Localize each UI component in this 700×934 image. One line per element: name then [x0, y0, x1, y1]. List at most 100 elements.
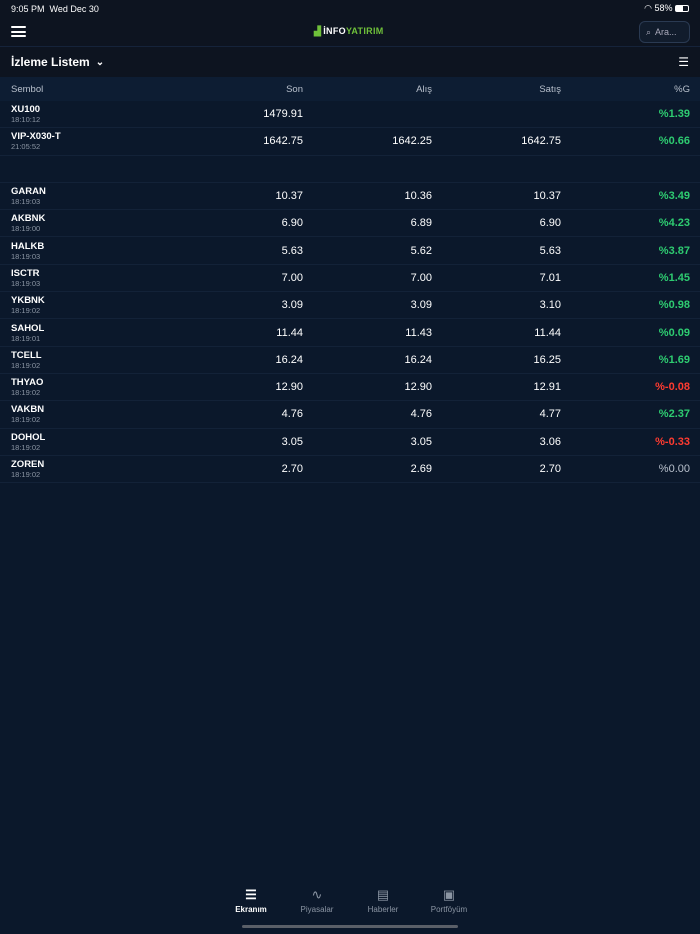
row-change: %-0.08: [655, 381, 690, 394]
row-change: %1.69: [658, 353, 690, 366]
row-change: %1.45: [658, 271, 690, 284]
row-bid: 4.76: [410, 408, 432, 421]
row-last: 3.09: [281, 299, 303, 312]
table-row[interactable]: YKBNK 18:19:02 3.09 3.09 3.10 %0.98: [0, 292, 700, 320]
table-row[interactable]: AKBNK 18:19:00 6.90 6.89 6.90 %4.23: [0, 210, 700, 238]
tab-label: Piyasalar: [300, 905, 334, 914]
col-ask[interactable]: Satış: [432, 84, 561, 95]
watchlist-table: XU100 18:10:12 1479.91 %1.39 VIP-X030-T 21:…: [0, 101, 700, 484]
row-symbol: ISCTR: [11, 267, 40, 279]
row-last: 2.70: [281, 463, 303, 475]
battery-percent: 58%: [654, 3, 673, 13]
search-placeholder: Ara...: [655, 27, 677, 37]
row-ask: 10.37: [533, 190, 561, 203]
watchlist-title: İzleme Listem: [11, 55, 90, 69]
row-change: %1.39: [658, 108, 690, 121]
table-row[interactable]: ISCTR 18:19:03 7.00 7.00 7.01 %1.45: [0, 265, 700, 293]
row-change: %0.66: [658, 135, 690, 148]
row-symbol: HALKB: [11, 240, 45, 252]
table-row[interactable]: SAHOL 18:19:01 11.44 11.43 11.44 %0.09: [0, 319, 700, 347]
table-row[interactable]: VIP-X030-T 21:05:52 1642.75 1642.25 1642.…: [0, 128, 700, 156]
row-ask: 11.44: [534, 326, 561, 339]
top-bar: ▟ İNFOYATIRIM ⌕ Ara...: [0, 17, 700, 47]
row-ask: 5.63: [539, 244, 561, 257]
table-row[interactable]: THYAO 18:19:02 12.90 12.90 12.91 %-0.08: [0, 374, 700, 402]
row-bid: 7.00: [410, 271, 432, 284]
status-date: Wed Dec 30: [49, 3, 99, 14]
row-ask: 6.90: [539, 217, 561, 230]
row-ask: 2.70: [539, 463, 561, 475]
watchlist-selector[interactable]: İzleme Listem ⌄: [11, 55, 104, 69]
row-change: %4.23: [658, 217, 690, 230]
row-time: 18:19:00: [11, 224, 41, 234]
col-bid[interactable]: Alış: [303, 84, 432, 95]
row-change: %3.87: [658, 244, 690, 257]
row-change: %0.00: [658, 463, 690, 475]
row-ask: 16.25: [533, 353, 561, 366]
tab-label: Ekranım: [235, 905, 267, 914]
row-ask: 7.01: [539, 271, 561, 284]
row-time: 18:19:02: [11, 442, 41, 452]
table-row[interactable]: DOHOL 18:19:02 3.05 3.05 3.06 %-0.33: [0, 429, 700, 456]
row-last: 5.63: [281, 244, 303, 257]
row-bid: 3.05: [410, 435, 432, 448]
row-ask: 1642.75: [521, 135, 561, 148]
row-last: 4.76: [281, 408, 303, 421]
table-row[interactable]: XU100 18:10:12 1479.91 %1.39: [0, 101, 700, 129]
row-bid: 6.89: [410, 217, 432, 230]
table-row[interactable]: TCELL 18:19:02 16.24 16.24 16.25 %1.69: [0, 347, 700, 374]
row-change: %0.09: [658, 326, 690, 339]
row-bid: 10.36: [404, 190, 432, 203]
row-time: 18:19:03: [11, 197, 41, 207]
watchlist-header: İzleme Listem ⌄ ☰: [0, 47, 700, 77]
row-time: 18:19:02: [11, 388, 41, 398]
row-time: 18:19:02: [11, 415, 41, 425]
row-time: 18:19:02: [11, 360, 41, 370]
status-bar: 9:05 PM Wed Dec 30 ◠ 58%: [0, 0, 700, 17]
list-view-icon[interactable]: ☰: [678, 55, 689, 69]
row-symbol: AKBNK: [11, 213, 46, 225]
row-ask: 4.77: [539, 408, 561, 421]
tab-label: Portföyüm: [430, 905, 468, 914]
col-last[interactable]: Son: [130, 84, 303, 95]
table-row[interactable]: ZOREN 18:19:02 2.70 2.69 2.70 %0.00: [0, 456, 700, 484]
battery-icon: [675, 5, 689, 13]
row-last: 7.00: [281, 271, 303, 284]
row-symbol: TCELL: [11, 349, 42, 361]
row-time: 18:19:03: [11, 278, 41, 288]
row-ask: 3.10: [539, 299, 561, 312]
row-last: 1642.75: [263, 135, 303, 148]
table-row[interactable]: VAKBN 18:19:02 4.76 4.76 4.77 %2.37: [0, 401, 700, 429]
row-bid: 1642.25: [392, 135, 432, 148]
row-change: %3.49: [658, 190, 690, 203]
col-symbol[interactable]: Sembol: [0, 84, 130, 95]
row-time: 18:10:12: [11, 115, 41, 125]
row-last: 6.90: [281, 217, 303, 230]
row-ask: 3.06: [539, 435, 561, 448]
row-ask: 12.91: [533, 381, 561, 394]
table-row[interactable]: HALKB 18:19:03 5.63 5.62 5.63 %3.87: [0, 237, 700, 265]
row-last: 16.24: [275, 353, 303, 366]
row-bid: 3.09: [410, 299, 432, 312]
menu-icon[interactable]: [11, 26, 26, 37]
search-icon: ⌕: [646, 26, 652, 37]
table-header: Sembol Son Alış Satış %G: [0, 77, 700, 101]
row-symbol: SAHOL: [11, 322, 45, 334]
row-last: 12.90: [275, 381, 303, 394]
search-button[interactable]: ⌕ Ara...: [639, 21, 690, 43]
row-time: 18:19:03: [11, 251, 41, 261]
list-icon: ☰: [245, 887, 257, 902]
col-change[interactable]: %G: [561, 84, 690, 95]
wifi-icon: ◠: [644, 3, 652, 13]
tab-label: Haberler: [367, 905, 399, 914]
row-last: 1479.91: [263, 108, 303, 121]
table-row[interactable]: GARAN 18:19:03 10.37 10.36 10.37 %3.49: [0, 183, 700, 211]
row-time: 18:19:01: [11, 333, 41, 343]
logo: ▟ İNFOYATIRIM: [314, 26, 384, 36]
row-symbol: YKBNK: [11, 295, 45, 307]
row-symbol: THYAO: [11, 377, 44, 389]
row-symbol: GARAN: [11, 186, 46, 198]
row-last: 11.44: [276, 326, 303, 339]
row-symbol: DOHOL: [11, 431, 46, 443]
row-symbol: XU100: [11, 104, 41, 116]
